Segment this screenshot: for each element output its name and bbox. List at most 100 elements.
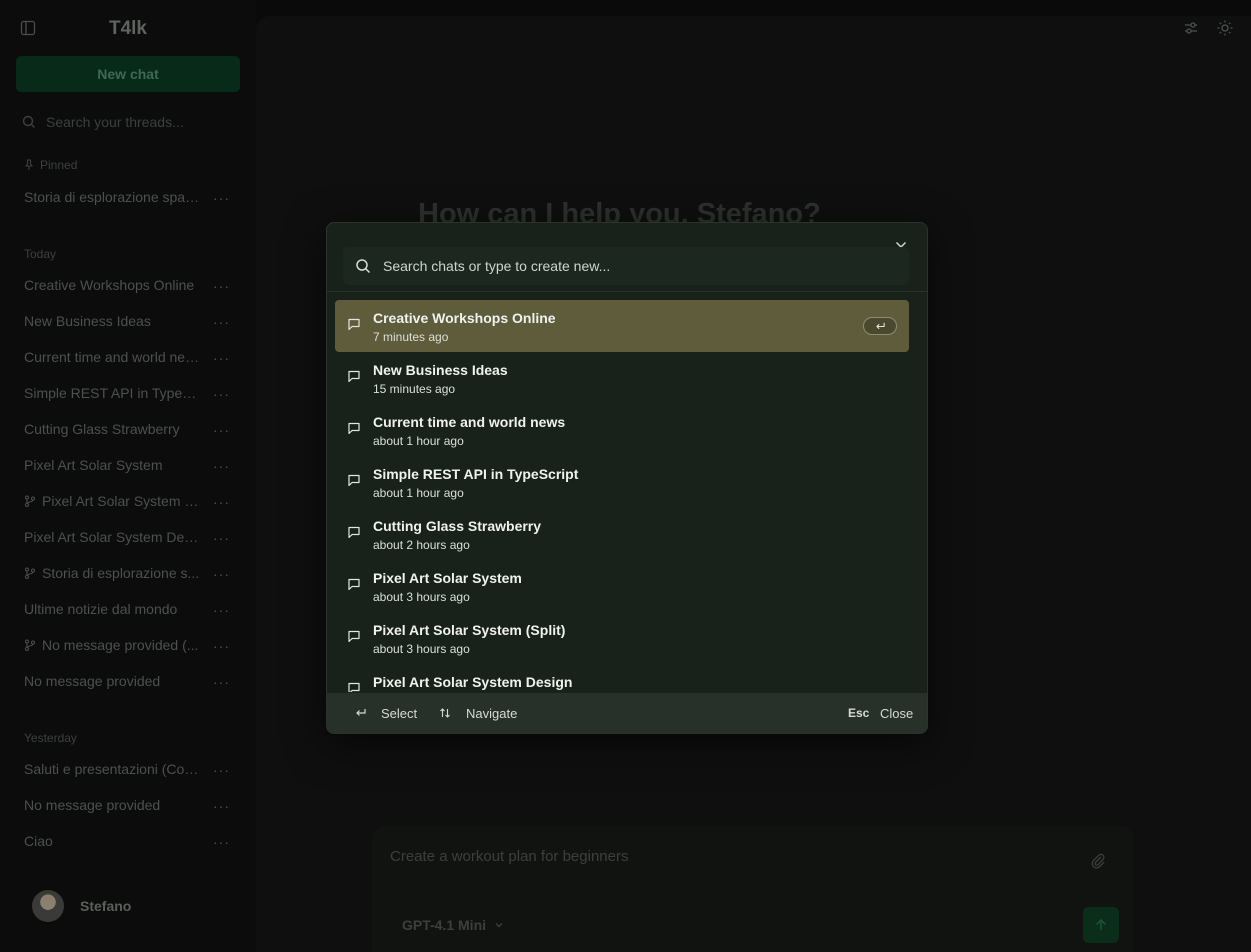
arrows-key-hint xyxy=(435,704,455,722)
thread-title: Simple REST API in TypeScr... xyxy=(24,385,202,401)
thread-item[interactable]: Pixel Art Solar System ··· xyxy=(16,450,240,480)
thread-search[interactable]: Search your threads... xyxy=(16,110,240,134)
dialog-search[interactable] xyxy=(343,247,909,285)
thread-item[interactable]: Ultime notizie dal mondo ··· xyxy=(16,594,240,624)
result-title: New Business Ideas xyxy=(373,362,508,378)
avatar xyxy=(32,890,64,922)
thread-more-button[interactable]: ··· xyxy=(213,798,230,814)
search-result-item[interactable]: Pixel Art Solar System Design xyxy=(335,664,909,692)
paperclip-icon[interactable] xyxy=(1090,852,1106,870)
thread-more-button[interactable]: ··· xyxy=(213,314,230,330)
close-hint-label[interactable]: Close xyxy=(880,706,913,721)
send-button[interactable] xyxy=(1083,907,1119,943)
thread-more-button[interactable]: ··· xyxy=(213,458,230,474)
message-icon xyxy=(348,526,360,539)
thread-item[interactable]: Creative Workshops Online ··· xyxy=(16,270,240,300)
result-time: about 2 hours ago xyxy=(373,538,470,552)
composer xyxy=(372,826,1134,952)
search-result-item[interactable]: Current time and world news about 1 hour … xyxy=(335,404,909,456)
thread-title: Ciao xyxy=(24,833,53,849)
thread-search-input[interactable]: Search your threads... xyxy=(46,114,184,130)
pin-icon xyxy=(24,159,34,170)
thread-more-button[interactable]: ··· xyxy=(213,350,230,366)
thread-title: Pixel Art Solar System (S... xyxy=(42,493,200,509)
enter-icon xyxy=(875,322,885,329)
dialog-search-input[interactable] xyxy=(381,257,909,275)
thread-item[interactable]: Ciao ··· xyxy=(16,826,240,856)
thread-more-button[interactable]: ··· xyxy=(213,638,230,654)
thread-item[interactable]: Pixel Art Solar System (S... ··· xyxy=(16,486,240,516)
search-result-item[interactable]: Pixel Art Solar System about 3 hours ago xyxy=(335,560,909,612)
settings-sliders-icon[interactable] xyxy=(1183,20,1199,36)
enter-key-hint xyxy=(351,704,371,722)
thread-title: Saluti e presentazioni (Copy) xyxy=(24,761,202,777)
sidebar: T4lk New chat Search your threads... Pin… xyxy=(0,0,256,952)
thread-item[interactable]: Storia di esplorazione spazi... ··· xyxy=(16,182,240,212)
message-icon xyxy=(348,422,360,435)
thread-title: Ultime notizie dal mondo xyxy=(24,601,178,617)
thread-title: Current time and world news xyxy=(24,349,202,365)
thread-title: New Business Ideas xyxy=(24,313,151,329)
thread-more-button[interactable]: ··· xyxy=(213,494,230,510)
thread-more-button[interactable]: ··· xyxy=(213,602,230,618)
thread-item[interactable]: Saluti e presentazioni (Copy) ··· xyxy=(16,754,240,784)
select-hint-label: Select xyxy=(381,706,418,721)
dialog-footer: Select Navigate Esc Close xyxy=(327,693,927,733)
new-chat-button[interactable]: New chat xyxy=(16,56,240,92)
search-icon xyxy=(356,259,371,274)
user-profile[interactable]: Stefano xyxy=(32,890,131,922)
thread-title: Storia di esplorazione spazi... xyxy=(24,189,202,205)
thread-more-button[interactable]: ··· xyxy=(213,762,230,778)
result-time: 15 minutes ago xyxy=(373,382,456,396)
pinned-label: Pinned xyxy=(40,158,78,172)
message-icon xyxy=(348,630,360,643)
thread-item[interactable]: No message provided (... ··· xyxy=(16,630,240,660)
theme-sun-icon[interactable] xyxy=(1217,20,1233,36)
git-branch-icon xyxy=(25,495,35,507)
thread-more-button[interactable]: ··· xyxy=(213,674,230,690)
thread-more-button[interactable]: ··· xyxy=(213,530,230,546)
search-result-item[interactable]: Creative Workshops Online 7 minutes ago xyxy=(335,300,909,352)
thread-more-button[interactable]: ··· xyxy=(213,834,230,850)
search-result-item[interactable]: Cutting Glass Strawberry about 2 hours ag… xyxy=(335,508,909,560)
thread-more-button[interactable]: ··· xyxy=(213,278,230,294)
arrow-up-icon xyxy=(1095,918,1107,930)
search-result-item[interactable]: Pixel Art Solar System (Split) about 3 ho… xyxy=(335,612,909,664)
thread-item[interactable]: Pixel Art Solar System Design ··· xyxy=(16,522,240,552)
result-title: Cutting Glass Strawberry xyxy=(373,518,542,534)
thread-item[interactable]: Simple REST API in TypeScr... ··· xyxy=(16,378,240,408)
top-toolbar xyxy=(1183,20,1233,36)
thread-more-button[interactable]: ··· xyxy=(213,566,230,582)
message-icon xyxy=(348,682,360,692)
thread-title: No message provided xyxy=(24,797,161,813)
result-title: Pixel Art Solar System Design xyxy=(373,674,573,690)
thread-title: Pixel Art Solar System Design xyxy=(24,529,202,545)
thread-item[interactable]: Current time and world news ··· xyxy=(16,342,240,372)
message-input[interactable]: Create a workout plan for beginners xyxy=(390,848,628,865)
thread-title: Creative Workshops Online xyxy=(24,277,195,293)
model-selector[interactable]: GPT-4.1 Mini xyxy=(402,917,504,933)
thread-item[interactable]: Cutting Glass Strawberry ··· xyxy=(16,414,240,444)
thread-item[interactable]: No message provided ··· xyxy=(16,666,240,696)
user-name: Stefano xyxy=(80,898,132,914)
result-time: about 1 hour ago xyxy=(373,486,464,500)
search-results: Creative Workshops Online 7 minutes ago Ne… xyxy=(335,300,909,692)
thread-more-button[interactable]: ··· xyxy=(213,386,230,402)
thread-more-button[interactable]: ··· xyxy=(213,422,230,438)
search-result-item[interactable]: New Business Ideas 15 minutes ago xyxy=(335,352,909,404)
thread-item[interactable]: Storia di esplorazione s... ··· xyxy=(16,558,240,588)
divider xyxy=(327,291,927,292)
search-result-item[interactable]: Simple REST API in TypeScript about 1 hou… xyxy=(335,456,909,508)
thread-item[interactable]: New Business Ideas ··· xyxy=(16,306,240,336)
thread-title: No message provided (... xyxy=(42,637,199,653)
yesterday-section-label: Yesterday xyxy=(24,731,77,745)
thread-item[interactable]: No message provided ··· xyxy=(16,790,240,820)
chevron-down-icon xyxy=(495,923,503,928)
thread-more-button[interactable]: ··· xyxy=(213,190,230,206)
message-icon xyxy=(348,474,360,487)
navigate-hint-label: Navigate xyxy=(466,706,518,721)
message-icon xyxy=(348,370,360,383)
model-name: GPT-4.1 Mini xyxy=(402,917,487,933)
result-time: 7 minutes ago xyxy=(373,330,449,344)
result-time: about 1 hour ago xyxy=(373,434,464,448)
